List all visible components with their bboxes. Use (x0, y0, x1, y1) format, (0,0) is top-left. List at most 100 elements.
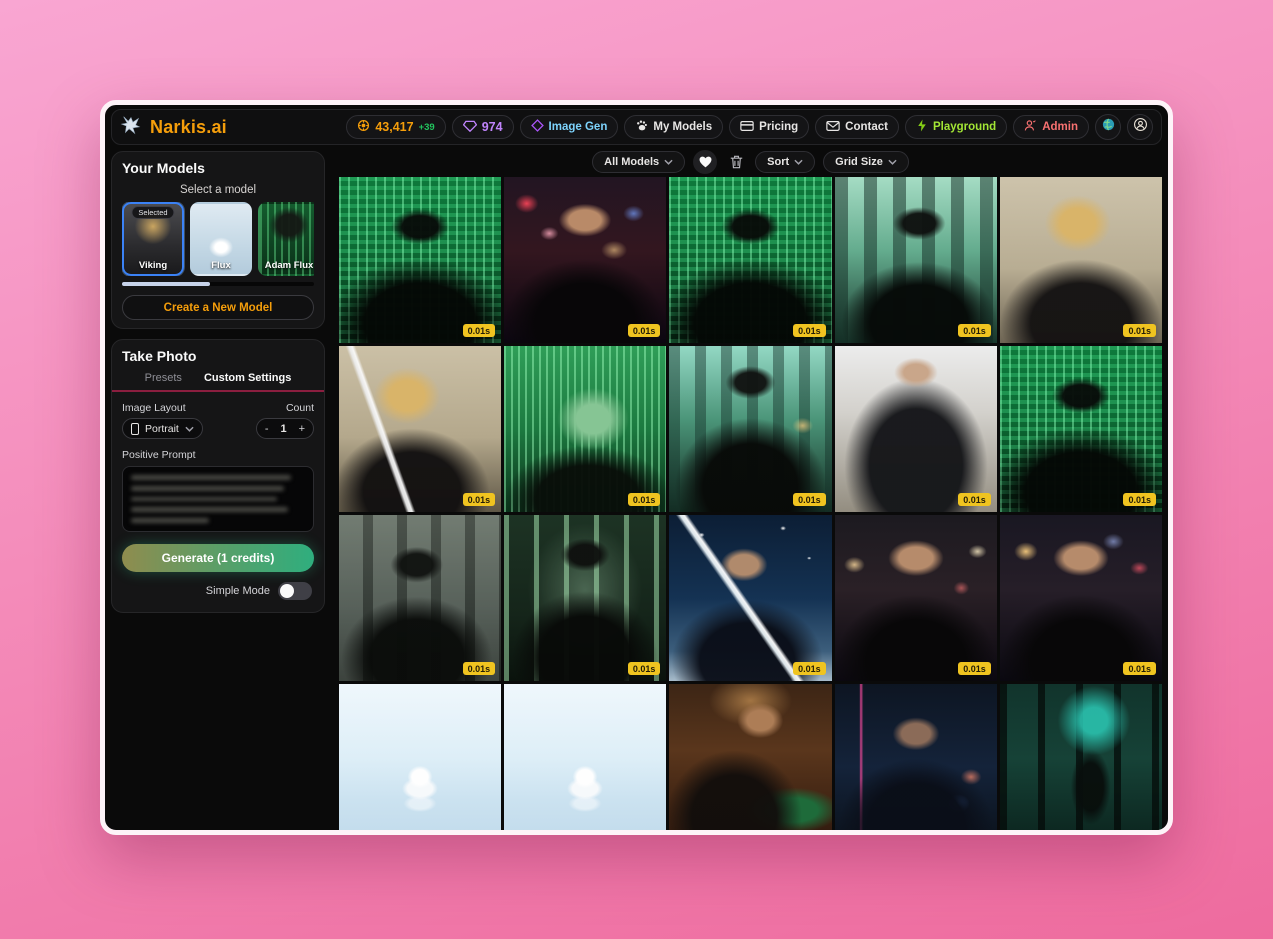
diamond-icon (531, 119, 544, 135)
generation-time-badge: 0.01s (793, 831, 826, 835)
selected-badge: Selected (131, 206, 174, 219)
grid-size-label: Grid Size (835, 156, 883, 168)
lightning-icon (916, 119, 928, 135)
gallery-image-blond-man-with-sword-stone[interactable]: 0.01s (339, 346, 501, 512)
generation-time-badge: 0.01s (793, 324, 826, 337)
app-window: Narkis.ai 43,417 +39 974 Image Gen (100, 100, 1173, 835)
globe-icon (1101, 117, 1116, 137)
gallery-image-blond-man-stone-wall[interactable]: 0.01s (1000, 177, 1162, 343)
gallery-image-man-portrait-city-neon-night[interactable]: 0.01s (504, 177, 666, 343)
positive-prompt-label: Positive Prompt (122, 449, 314, 461)
image-layout-select[interactable]: Portrait (122, 418, 203, 439)
gallery-image-white-mosque-misty-water[interactable]: 0.01s (339, 684, 501, 835)
gallery-image-man-portrait-street-night-2[interactable]: 0.01s (1000, 515, 1162, 681)
gallery-image-man-sunglasses-armchair-matrix-rain-2[interactable]: 0.01s (669, 177, 831, 343)
generation-time-badge: 0.01s (628, 324, 661, 337)
grid-size-dropdown[interactable]: Grid Size (823, 151, 909, 173)
coins-value: 43,417 (375, 120, 413, 134)
blurred-prompt-text (131, 518, 209, 523)
gallery-image-man-fur-cloak-mountains[interactable]: 0.01s (835, 346, 997, 512)
gallery-image-man-fist-raised-green-city[interactable]: 0.01s (669, 346, 831, 512)
gallery-image-man-suit-billiards-table[interactable]: 0.01s (669, 684, 831, 835)
gallery-image-man-green-tint-matrix-closeup[interactable]: 0.01s (504, 346, 666, 512)
gallery-image-man-sunglasses-armchair-matrix-rain[interactable]: 0.01s (339, 177, 501, 343)
generation-time-badge: 0.01s (1123, 831, 1156, 835)
positive-prompt-textarea[interactable] (122, 466, 314, 532)
coins-badge[interactable]: 43,417 +39 (346, 115, 445, 139)
wolf-logo-icon (120, 114, 142, 141)
generation-time-badge: 0.01s (958, 324, 991, 337)
nav-item-pricing[interactable]: Pricing (729, 115, 809, 139)
gallery-image-man-hoodie-blue-neon-night[interactable]: 0.01s (835, 684, 997, 835)
image-layout-label: Image Layout (122, 402, 203, 414)
gallery-panel: All Models Sort Grid Size 0.01 (331, 147, 1168, 835)
model-card-adam-flux[interactable]: Adam Flux (258, 202, 314, 276)
nav-item-my-models[interactable]: My Models (624, 115, 723, 139)
gallery-grid: 0.01s0.01s0.01s0.01s0.01s0.01s0.01s0.01s… (339, 177, 1162, 835)
nav-item-admin[interactable]: Admin (1013, 115, 1089, 139)
navbar: Narkis.ai 43,417 +39 974 Image Gen (111, 109, 1162, 145)
gems-badge[interactable]: 974 (452, 115, 514, 139)
gems-value: 974 (482, 120, 503, 134)
model-card-viking[interactable]: Selected Viking (122, 202, 184, 276)
credit-card-icon (740, 120, 754, 135)
gallery-image-white-mosque-misty-water-2[interactable]: 0.01s (504, 684, 666, 835)
generation-time-badge: 0.01s (463, 831, 496, 835)
tab-custom-settings[interactable]: Custom Settings (204, 372, 291, 390)
gallery-image-man-fists-matrix-rain[interactable]: 0.01s (1000, 346, 1162, 512)
chevron-down-icon (664, 159, 673, 165)
nav-item-image-gen[interactable]: Image Gen (520, 115, 619, 139)
nav-item-contact[interactable]: Contact (815, 115, 899, 139)
scrollbar-thumb[interactable] (122, 282, 210, 286)
nav-label: Pricing (759, 121, 798, 133)
take-photo-title: Take Photo (122, 348, 314, 364)
generation-time-badge: 0.01s (463, 324, 496, 337)
tab-divider (112, 390, 324, 392)
tab-presets[interactable]: Presets (145, 372, 182, 390)
your-models-title: Your Models (122, 160, 314, 176)
model-carousel-scrollbar[interactable] (122, 282, 314, 286)
blurred-prompt-text (131, 486, 284, 491)
gallery-image-man-portrait-street-night[interactable]: 0.01s (835, 515, 997, 681)
all-models-filter[interactable]: All Models (592, 151, 685, 173)
layout-value: Portrait (145, 423, 179, 435)
generation-time-badge: 0.01s (958, 831, 991, 835)
gallery-image-man-coat-forest-teal-smoke[interactable]: 0.01s (1000, 684, 1162, 835)
model-carousel: Selected Viking Flux Adam Flux (122, 202, 314, 276)
nav-item-playground[interactable]: Playground (905, 115, 1007, 139)
generation-time-badge: 0.01s (793, 493, 826, 506)
gallery-image-man-reaching-green-corridor[interactable]: 0.01s (504, 515, 666, 681)
admin-user-icon (1024, 119, 1037, 135)
gallery-image-man-sunglasses-green-skyline[interactable]: 0.01s (835, 177, 997, 343)
gallery-toolbar: All Models Sort Grid Size (339, 147, 1162, 177)
chevron-down-icon (185, 426, 194, 432)
blurred-prompt-text (131, 507, 288, 512)
brand[interactable]: Narkis.ai (120, 114, 227, 141)
take-photo-card: Take Photo Presets Custom Settings Image… (111, 339, 325, 613)
generate-button[interactable]: Generate (1 credits) (122, 544, 314, 572)
heart-icon (699, 156, 712, 168)
envelope-icon (826, 120, 840, 135)
paw-icon (635, 119, 648, 135)
model-name: Adam Flux (260, 260, 314, 271)
count-plus-button[interactable]: + (291, 423, 313, 435)
simple-mode-toggle[interactable] (278, 582, 312, 600)
blurred-prompt-text (131, 497, 277, 502)
brand-name: Narkis.ai (150, 117, 227, 138)
favorites-button[interactable] (693, 150, 717, 174)
gallery-image-man-sunglasses-grey-columns[interactable]: 0.01s (339, 515, 501, 681)
nav-label: Contact (845, 121, 888, 133)
count-stepper: - 1 + (256, 418, 314, 439)
select-model-label: Select a model (122, 184, 314, 196)
generation-time-badge: 0.01s (1123, 662, 1156, 675)
language-globe-button[interactable] (1095, 114, 1121, 140)
count-minus-button[interactable]: - (257, 423, 277, 435)
nav-label: My Models (653, 121, 712, 133)
sort-dropdown[interactable]: Sort (755, 151, 815, 173)
account-button[interactable] (1127, 114, 1153, 140)
gallery-image-man-sword-night-snow[interactable]: 0.01s (669, 515, 831, 681)
create-new-model-button[interactable]: Create a New Model (122, 295, 314, 320)
model-card-flux[interactable]: Flux (190, 202, 252, 276)
nav-label: Image Gen (549, 121, 608, 133)
delete-button[interactable] (725, 151, 747, 173)
